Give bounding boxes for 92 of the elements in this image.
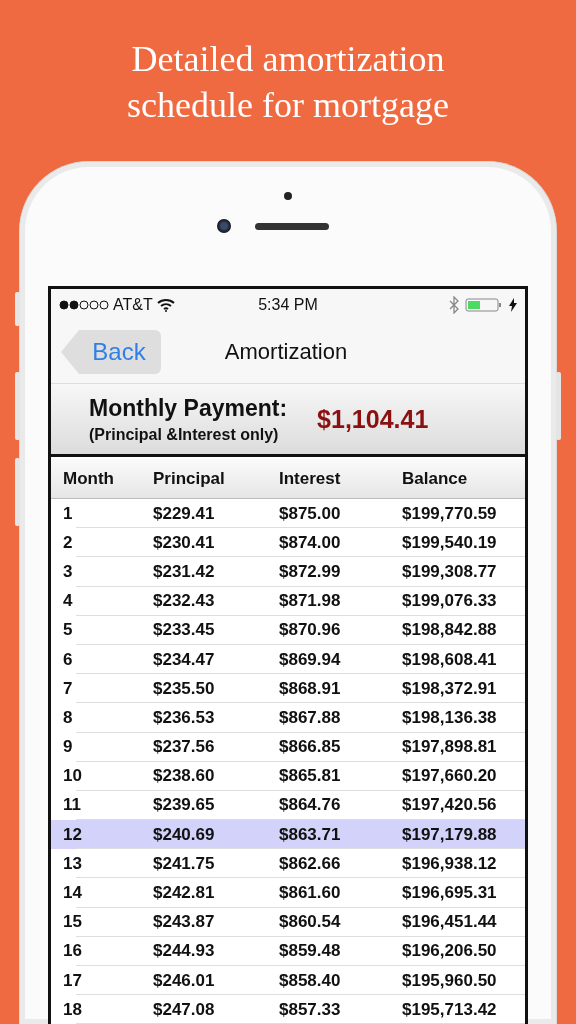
table-cell-text: 9 xyxy=(63,737,74,758)
battery-icon xyxy=(465,297,503,313)
table-cell-text: $860.54 xyxy=(279,912,342,933)
payment-amount: $1,104.41 xyxy=(317,404,429,434)
status-time: 5:34 PM xyxy=(258,296,318,314)
payment-note: (Principal &Interest only) xyxy=(89,425,280,444)
table-cell-text: $199,076.33 xyxy=(402,591,498,612)
table-cell-text: $198,136.38 xyxy=(402,707,498,728)
table-cell-text: $236.53 xyxy=(153,707,216,728)
table-cell-text: $196,938.12 xyxy=(402,853,498,874)
table-cell-text: 6 xyxy=(63,649,74,670)
table-cell-text: 15 xyxy=(63,912,83,933)
table-cell-text: $230.41 xyxy=(153,532,216,553)
table-cell-text: $870.96 xyxy=(279,620,342,641)
table-cell-text: $235.50 xyxy=(153,678,216,699)
table-cell-text: $857.33 xyxy=(279,999,342,1020)
headline: Detailed amortization schedule for mortgage xyxy=(126,38,450,127)
payment-label: Monthly Payment: xyxy=(89,394,288,422)
table-cell-text: $196,206.50 xyxy=(402,941,498,962)
table-cell-text: $240.69 xyxy=(153,824,216,845)
charging-icon xyxy=(509,298,517,312)
table-cell-text: $869.94 xyxy=(279,649,342,670)
carrier-name: AT&T xyxy=(113,296,153,314)
table-cell-text: $197,660.20 xyxy=(402,766,498,787)
table-cell-text: $234.47 xyxy=(153,649,216,670)
table-cell-text: $866.85 xyxy=(279,737,342,758)
speaker-icon xyxy=(255,222,329,230)
table-cell-text: $242.81 xyxy=(153,883,216,904)
table-cell-text: $867.88 xyxy=(279,707,342,728)
table-cell-text: $858.40 xyxy=(279,970,342,991)
table-cell-text: $195,713.42 xyxy=(402,999,498,1020)
table-cell-text: $238.60 xyxy=(153,766,216,787)
bluetooth-icon xyxy=(449,296,459,314)
table-cell-text: 1 xyxy=(63,503,74,524)
column-header: Interest xyxy=(279,468,342,489)
table-cell-text: $197,179.88 xyxy=(402,824,498,845)
table-cell-text: 4 xyxy=(63,591,74,612)
table-cell-text: $875.00 xyxy=(279,503,342,524)
table-cell-text: $863.71 xyxy=(279,824,342,845)
table-cell-text: $862.66 xyxy=(279,853,342,874)
table-cell-text: $198,608.41 xyxy=(402,649,498,670)
table-cell-text: 7 xyxy=(63,678,74,699)
table-cell-text: $874.00 xyxy=(279,532,342,553)
table-cell-text: $232.43 xyxy=(153,591,216,612)
table-cell-text: $197,420.56 xyxy=(402,795,498,816)
table-cell-text: 17 xyxy=(63,970,83,991)
table-cell-text: $871.98 xyxy=(279,591,342,612)
table-cell-text: $868.91 xyxy=(279,678,342,699)
table-cell-text: $243.87 xyxy=(153,912,216,933)
table-cell-text: $199,308.77 xyxy=(402,561,498,582)
column-header: Principal xyxy=(153,468,226,489)
table-cell-text: $199,540.19 xyxy=(402,532,498,553)
table-cell-text: 14 xyxy=(63,883,83,904)
table-cell-text: $196,695.31 xyxy=(402,883,498,904)
table-cell-text: $859.48 xyxy=(279,941,342,962)
table-cell-text: 8 xyxy=(63,707,74,728)
table-cell-text: $861.60 xyxy=(279,883,342,904)
table-cell-text: $198,372.91 xyxy=(402,678,498,699)
table-cell-text: $229.41 xyxy=(153,503,216,524)
table-cell-text: $244.93 xyxy=(153,941,216,962)
column-header: Month xyxy=(63,468,115,489)
nav-title: Amortization xyxy=(224,339,348,364)
table-cell-text: $246.01 xyxy=(153,970,216,991)
table-row[interactable]: 12 $240.69 $863.71 $197,179.88 xyxy=(51,820,525,850)
table-cell-text: 3 xyxy=(63,561,74,582)
table-cell-text: $865.81 xyxy=(279,766,342,787)
table-cell-text: 5 xyxy=(63,620,74,641)
table-cell-text: $198,842.88 xyxy=(402,620,498,641)
table-cell-text: $241.75 xyxy=(153,853,216,874)
table-cell-text: 11 xyxy=(63,795,82,816)
table-cell-text: 2 xyxy=(63,532,74,553)
table-cell-text: $195,960.50 xyxy=(402,970,498,991)
table-cell-text: 18 xyxy=(63,999,83,1020)
wifi-icon xyxy=(156,298,175,312)
table-cell-text: 12 xyxy=(63,824,83,845)
signal-icon xyxy=(59,300,109,310)
table-cell-text: $233.45 xyxy=(153,620,216,641)
table-cell-text: $864.76 xyxy=(279,795,342,816)
table-cell-text: 16 xyxy=(63,941,83,962)
table-cell-text: 10 xyxy=(63,766,83,787)
table-cell-text: $231.42 xyxy=(153,561,216,582)
column-header: Balance xyxy=(402,468,469,489)
table-cell-text: 13 xyxy=(63,853,83,874)
table-cell-text: $239.65 xyxy=(153,795,216,816)
table-cell-text: $196,451.44 xyxy=(402,912,498,933)
table-cell-text: $197,898.81 xyxy=(402,737,498,758)
table-cell-text: $247.08 xyxy=(153,999,216,1020)
sensor-icon xyxy=(284,192,292,200)
table-cell-text: $237.56 xyxy=(153,737,216,758)
table-cell-text: $199,770.59 xyxy=(402,503,498,524)
table-cell-text: $872.99 xyxy=(279,561,342,582)
camera-icon xyxy=(217,219,231,233)
